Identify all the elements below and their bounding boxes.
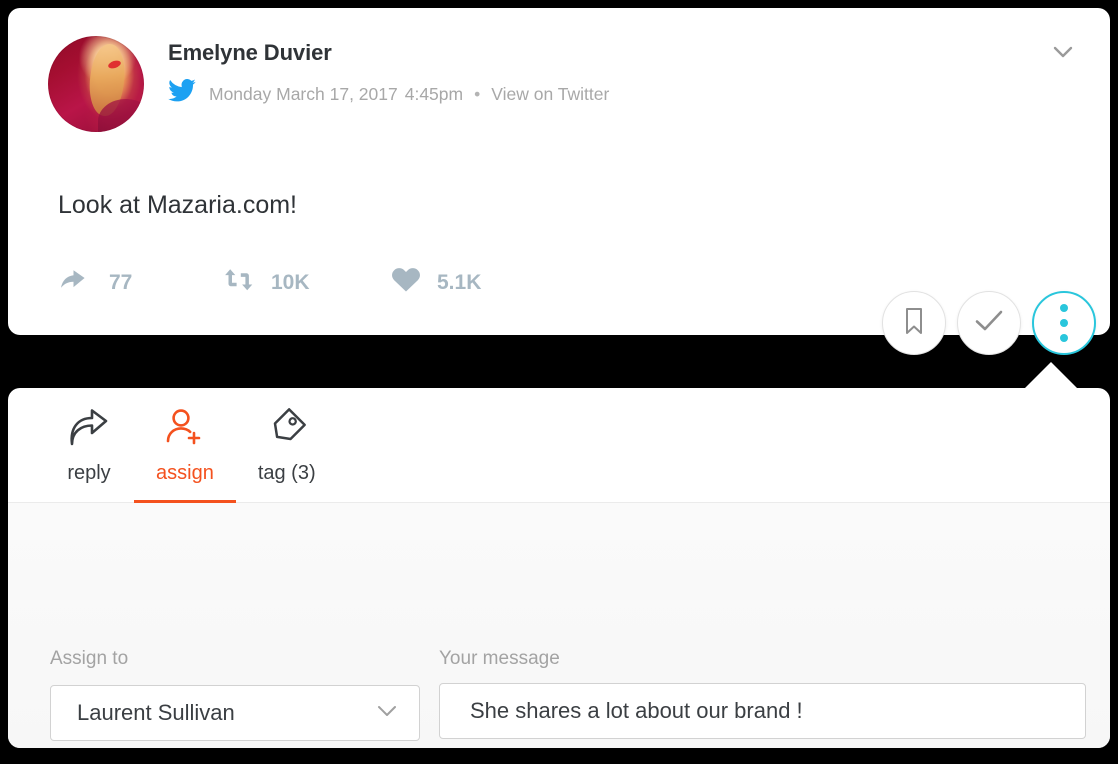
tweet-body-text: Look at Mazaria.com! [58,191,297,219]
chevron-down-icon[interactable] [1048,40,1078,64]
tweet-header: Emelyne Duvier Monday March 17, 2017 4:4… [48,36,609,132]
avatar [48,36,144,132]
tweet-date: Monday March 17, 2017 [209,84,398,104]
tab-tag[interactable]: tag (3) [236,388,338,503]
tweet-stats: 77 10K 5.1K [60,266,481,299]
message-value: She shares a lot about our brand ! [470,698,803,723]
more-dots-icon [1060,301,1068,346]
tweet-time: 4:45pm [404,84,464,104]
meta-separator: • [474,84,481,104]
view-on-twitter-link[interactable]: View on Twitter [491,83,609,105]
stat-likes[interactable]: 5.1K [390,266,481,299]
chevron-down-icon [373,701,401,726]
mark-done-button[interactable] [957,291,1021,355]
more-options-button[interactable] [1032,291,1096,355]
tweet-card: Emelyne Duvier Monday March 17, 2017 4:4… [8,8,1110,335]
dot [1060,334,1068,342]
share-arrow-icon [66,406,112,448]
tab-label: assign [156,462,214,484]
tweet-identity: Emelyne Duvier Monday March 17, 2017 4:4… [168,36,609,109]
tab-label: reply [67,462,111,484]
your-message-label: Your message [439,648,560,669]
retweet-icon [222,266,256,299]
stat-retweets[interactable]: 10K [222,266,330,299]
dot [1060,304,1068,312]
assign-to-label: Assign to [50,648,129,669]
reply-arrow-icon [60,266,94,299]
bookmark-button[interactable] [882,291,946,355]
stat-value: 10K [271,270,310,294]
panel-tabs: reply assign tag (3) [8,388,1110,504]
stat-value: 5.1K [437,270,482,294]
bookmark-icon [902,306,926,341]
tag-icon [265,406,309,448]
tweet-action-buttons [871,291,1096,355]
assignee-select[interactable]: Laurent Sullivan [50,685,420,741]
panel-pointer [1024,362,1078,389]
twitter-bird-icon [168,79,196,109]
message-input[interactable]: She shares a lot about our brand ! [439,683,1086,739]
heart-icon [390,266,422,299]
stat-replies[interactable]: 77 [60,266,162,299]
check-icon [973,308,1005,339]
assign-form: Assign to Laurent Sullivan Your message … [8,503,1110,748]
author-name: Emelyne Duvier [168,40,332,65]
person-add-icon [162,406,208,448]
stat-value: 77 [109,270,133,294]
tab-label: tag (3) [257,462,316,484]
tweet-meta: Monday March 17, 2017 4:45pm • View on T… [168,79,609,109]
dot [1060,319,1068,327]
tab-assign[interactable]: assign [134,388,236,504]
action-panel: reply assign tag (3) Assign to Laurent S… [8,388,1110,748]
tab-reply[interactable]: reply [44,388,134,503]
assignee-value: Laurent Sullivan [77,700,235,725]
